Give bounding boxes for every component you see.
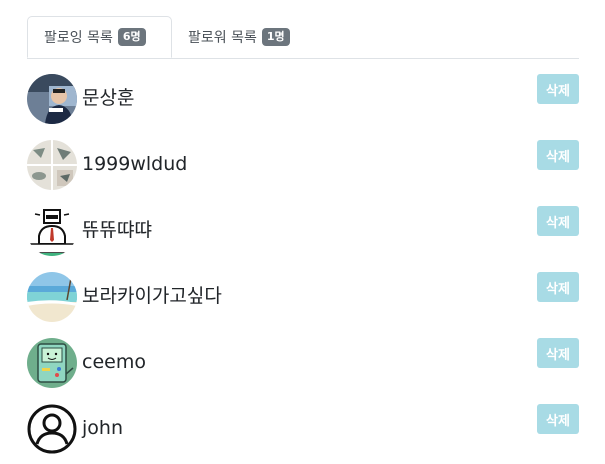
list-item: john 삭제 <box>27 397 579 463</box>
default-user-icon[interactable] <box>27 404 77 454</box>
delete-button[interactable]: 삭제 <box>537 338 579 368</box>
avatar[interactable] <box>27 74 77 124</box>
tab-following[interactable]: 팔로잉 목록 6명 <box>27 16 172 58</box>
username[interactable]: ceemo <box>82 350 146 374</box>
username[interactable]: john <box>82 416 123 440</box>
delete-button[interactable]: 삭제 <box>537 272 579 302</box>
username[interactable]: 보라카이가고싶다 <box>82 284 222 308</box>
avatar[interactable] <box>27 140 77 190</box>
followers-count-badge: 1명 <box>261 27 290 46</box>
username[interactable]: 1999wldud <box>82 152 187 176</box>
delete-button[interactable]: 삭제 <box>537 206 579 236</box>
following-count-badge: 6명 <box>117 28 146 46</box>
following-list: 문상훈 삭제 1999wldud 삭제 뜌뜌땨땨 삭제 보라카이가고싶다 삭제 … <box>27 67 579 463</box>
avatar[interactable] <box>27 338 77 388</box>
username[interactable]: 문상훈 <box>82 86 134 110</box>
delete-button[interactable]: 삭제 <box>537 140 579 170</box>
list-item: 보라카이가고싶다 삭제 <box>27 265 579 331</box>
list-item: 뜌뜌땨땨 삭제 <box>27 199 579 265</box>
avatar[interactable] <box>27 272 77 322</box>
delete-button[interactable]: 삭제 <box>537 404 579 434</box>
tab-followers[interactable]: 팔로워 목록 1명 <box>172 16 312 57</box>
avatar[interactable] <box>27 206 77 256</box>
username[interactable]: 뜌뜌땨땨 <box>82 218 152 242</box>
tab-followers-label: 팔로워 목록 <box>188 29 257 46</box>
list-item: 문상훈 삭제 <box>27 67 579 133</box>
delete-button[interactable]: 삭제 <box>537 74 579 104</box>
list-item: 1999wldud 삭제 <box>27 133 579 199</box>
follow-tabs: 팔로잉 목록 6명 팔로워 목록 1명 <box>27 16 579 59</box>
list-item: ceemo 삭제 <box>27 331 579 397</box>
tab-following-label: 팔로잉 목록 <box>44 30 113 46</box>
